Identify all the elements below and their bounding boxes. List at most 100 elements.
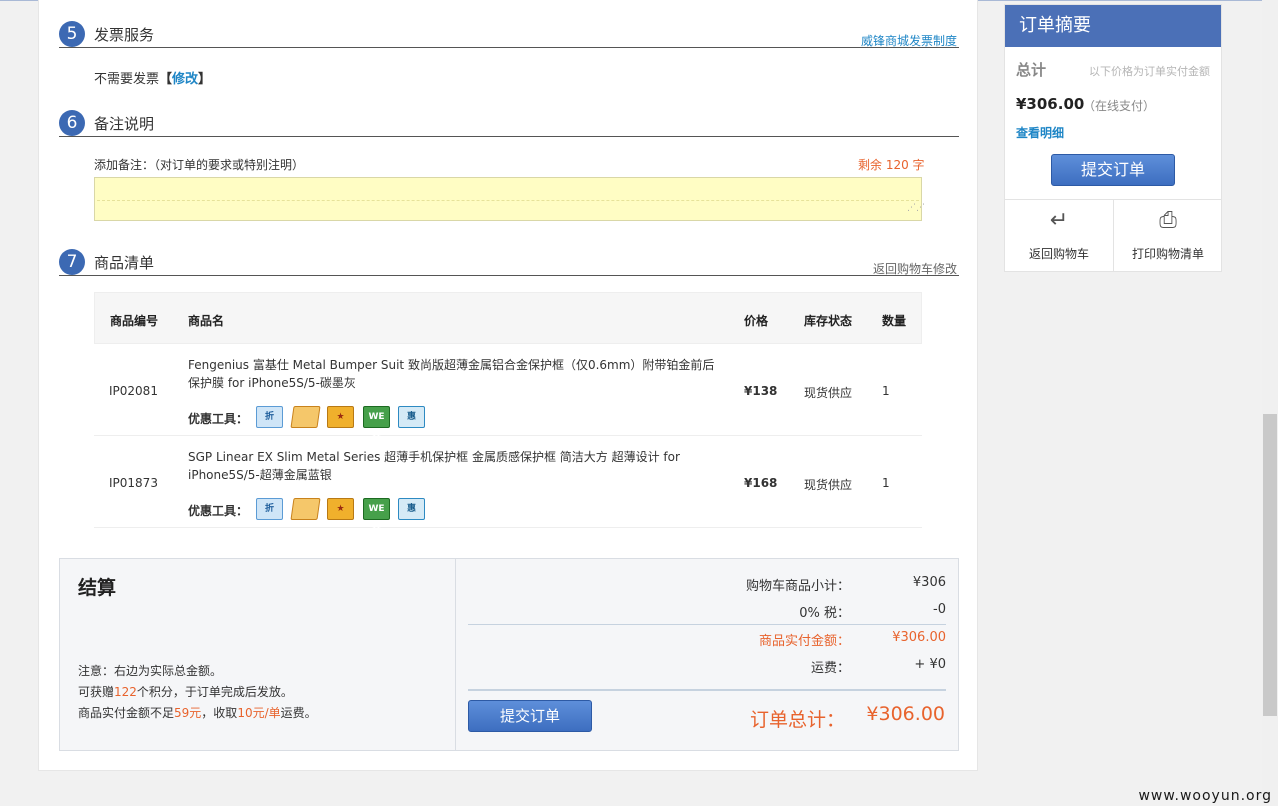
step-number: 6 xyxy=(59,110,85,136)
tax-value: -0 xyxy=(933,602,946,617)
star-voucher-icon[interactable]: ★ xyxy=(327,498,354,520)
promo-tools-label: 优惠工具： xyxy=(188,504,249,518)
col-qty: 数量 xyxy=(882,314,907,328)
remark-remaining-count: 剩余 120 字 xyxy=(858,158,925,172)
product-price: ¥138 xyxy=(744,384,778,398)
member-discount-icon[interactable]: 折 xyxy=(256,498,283,520)
benefit-icon[interactable]: 惠 xyxy=(398,498,425,520)
bracket-open: 【 xyxy=(159,72,173,87)
note-line: 商品实付金额不足59元，收取10元/单运费。 xyxy=(78,703,317,724)
note-text: 可获赠 xyxy=(78,685,115,699)
sidebar-total-label: 总计 xyxy=(1016,61,1047,79)
coupon-ticket-icon[interactable] xyxy=(290,406,321,428)
settlement-panel: 结算 注意：右边为实际总金额。 可获赠122个积分，于订单完成后发放。 商品实付… xyxy=(59,558,959,751)
view-details-link[interactable]: 查看明细 xyxy=(1016,124,1064,141)
back-to-cart-link[interactable]: 返回购物车修改 xyxy=(873,260,957,277)
note-text: 商品实付金额不足 xyxy=(78,706,175,720)
col-name: 商品名 xyxy=(188,314,225,328)
section-title: 商品清单 xyxy=(94,254,155,272)
remark-label: 添加备注：（对订单的要求或特别注明） xyxy=(94,158,305,172)
return-arrow-icon: ↵ xyxy=(1049,208,1069,233)
shipping-fee: 10元/单 xyxy=(237,706,281,720)
shipping-value: + ¥0 xyxy=(914,657,946,672)
goods-section-header: 7 商品清单 返回购物车修改 xyxy=(59,246,959,276)
submit-order-button[interactable]: 提交订单 xyxy=(468,700,592,732)
settlement-notes-panel: 结算 注意：右边为实际总金额。 可获赠122个积分，于订单完成后发放。 商品实付… xyxy=(60,559,456,750)
remark-textarea[interactable]: ⋰⋰ xyxy=(94,177,925,221)
print-cart-label: 打印购物清单 xyxy=(1131,247,1204,261)
back-to-cart-button[interactable]: ↵ 返回购物车 xyxy=(1005,200,1113,272)
note-text: 个积分，于订单完成后发放。 xyxy=(136,685,293,699)
note-line: 注意：右边为实际总金额。 xyxy=(78,664,223,678)
member-discount-icon[interactable]: 折 xyxy=(256,406,283,428)
goods-table: 商品编号 商品名 价格 库存状态 数量 IP02081 Fengenius 富基… xyxy=(94,292,922,534)
sidebar-submit-order-button[interactable]: 提交订单 xyxy=(1051,154,1175,186)
col-stock: 库存状态 xyxy=(804,314,853,328)
we-coin-icon[interactable]: WE券 xyxy=(363,498,390,534)
settlement-notes: 注意：右边为实际总金额。 可获赠122个积分，于订单完成后发放。 商品实付金额不… xyxy=(78,661,317,724)
subtotal-row: 购物车商品小计： ¥306 xyxy=(468,575,946,595)
paid-row: 商品实付金额： ¥306.00 xyxy=(468,630,946,650)
tax-row: 0% 税： -0 xyxy=(468,602,946,622)
product-price: ¥168 xyxy=(744,476,778,490)
tax-label: 0% 税： xyxy=(799,606,850,621)
product-code: IP01873 xyxy=(109,476,158,490)
settlement-title: 结算 xyxy=(78,577,117,599)
invoice-text: 不需要发票 xyxy=(94,72,160,87)
product-qty: 1 xyxy=(882,476,890,490)
product-name-link[interactable]: SGP Linear EX Slim Metal Series 超薄手机保护框 … xyxy=(188,448,718,484)
product-stock: 现货供应 xyxy=(804,478,853,492)
sidebar-price: ¥306.00 xyxy=(1016,95,1085,113)
note-text: 运费。 xyxy=(280,706,317,720)
printer-icon: ⎙ xyxy=(1159,208,1177,233)
invoice-modify-link[interactable]: 修改 xyxy=(172,72,198,87)
order-main-panel: 5 发票服务 威锋商城发票制度 不需要发票【修改】 6 备注说明 添加备注：（对… xyxy=(38,0,978,771)
invoice-policy-link[interactable]: 威锋商城发票制度 xyxy=(861,32,957,49)
bracket-close: 】 xyxy=(198,72,212,87)
table-row: IP01873 SGP Linear EX Slim Metal Series … xyxy=(94,436,922,534)
textarea-guide-line xyxy=(97,200,919,201)
section-title: 备注说明 xyxy=(94,115,155,133)
product-qty: 1 xyxy=(882,384,890,398)
paid-value: ¥306.00 xyxy=(892,630,946,645)
divider xyxy=(468,689,946,691)
table-header: 商品编号 商品名 价格 库存状态 数量 xyxy=(94,292,922,344)
resize-grip-icon[interactable]: ⋰⋰ xyxy=(907,204,925,216)
note-line: 可获赠122个积分，于订单完成后发放。 xyxy=(78,682,317,703)
paid-label: 商品实付金额： xyxy=(758,634,850,649)
sidebar-title: 订单摘要 xyxy=(1005,5,1221,47)
shipping-label: 运费： xyxy=(810,661,850,676)
product-code: IP02081 xyxy=(109,384,158,398)
product-stock: 现货供应 xyxy=(804,386,853,400)
note-text: ，收取 xyxy=(201,706,238,720)
invoice-section-header: 5 发票服务 威锋商城发票制度 xyxy=(59,18,959,48)
star-voucher-icon[interactable]: ★ xyxy=(327,406,354,428)
col-price: 价格 xyxy=(744,314,769,328)
subtotal-value: ¥306 xyxy=(912,575,946,590)
scrollbar-thumb[interactable] xyxy=(1263,414,1277,716)
benefit-icon[interactable]: 惠 xyxy=(398,406,425,428)
product-name-link[interactable]: Fengenius 富基仕 Metal Bumper Suit 致尚版超薄金属铝… xyxy=(188,356,718,392)
coupon-ticket-icon[interactable] xyxy=(290,498,321,520)
watermark: www.wooyun.org xyxy=(1138,788,1272,804)
col-code: 商品编号 xyxy=(110,314,159,328)
print-cart-button[interactable]: ⎙ 打印购物清单 xyxy=(1114,200,1222,272)
section-title: 发票服务 xyxy=(94,26,155,44)
subtotal-label: 购物车商品小计： xyxy=(745,579,850,594)
divider xyxy=(468,624,946,625)
order-total-value: ¥306.00 xyxy=(866,703,945,725)
order-total-label: 订单总计： xyxy=(750,709,846,731)
min-amount: 59元 xyxy=(174,706,202,720)
step-number: 5 xyxy=(59,21,85,47)
back-to-cart-label: 返回购物车 xyxy=(1028,247,1089,261)
points-value: 122 xyxy=(114,685,137,699)
step-number: 7 xyxy=(59,249,85,275)
sidebar-total-note: 以下价格为订单实付金额 xyxy=(1089,65,1210,78)
remark-section-header: 6 备注说明 xyxy=(59,107,959,137)
invoice-status: 不需要发票【修改】 xyxy=(94,68,211,87)
sidebar-pay-method: （在线支付） xyxy=(1083,99,1156,113)
we-coin-icon[interactable]: WE券 xyxy=(363,406,390,442)
promo-tools-label: 优惠工具： xyxy=(188,412,249,426)
table-row: IP02081 Fengenius 富基仕 Metal Bumper Suit … xyxy=(94,344,922,442)
shipping-row: 运费： + ¥0 xyxy=(468,657,946,677)
